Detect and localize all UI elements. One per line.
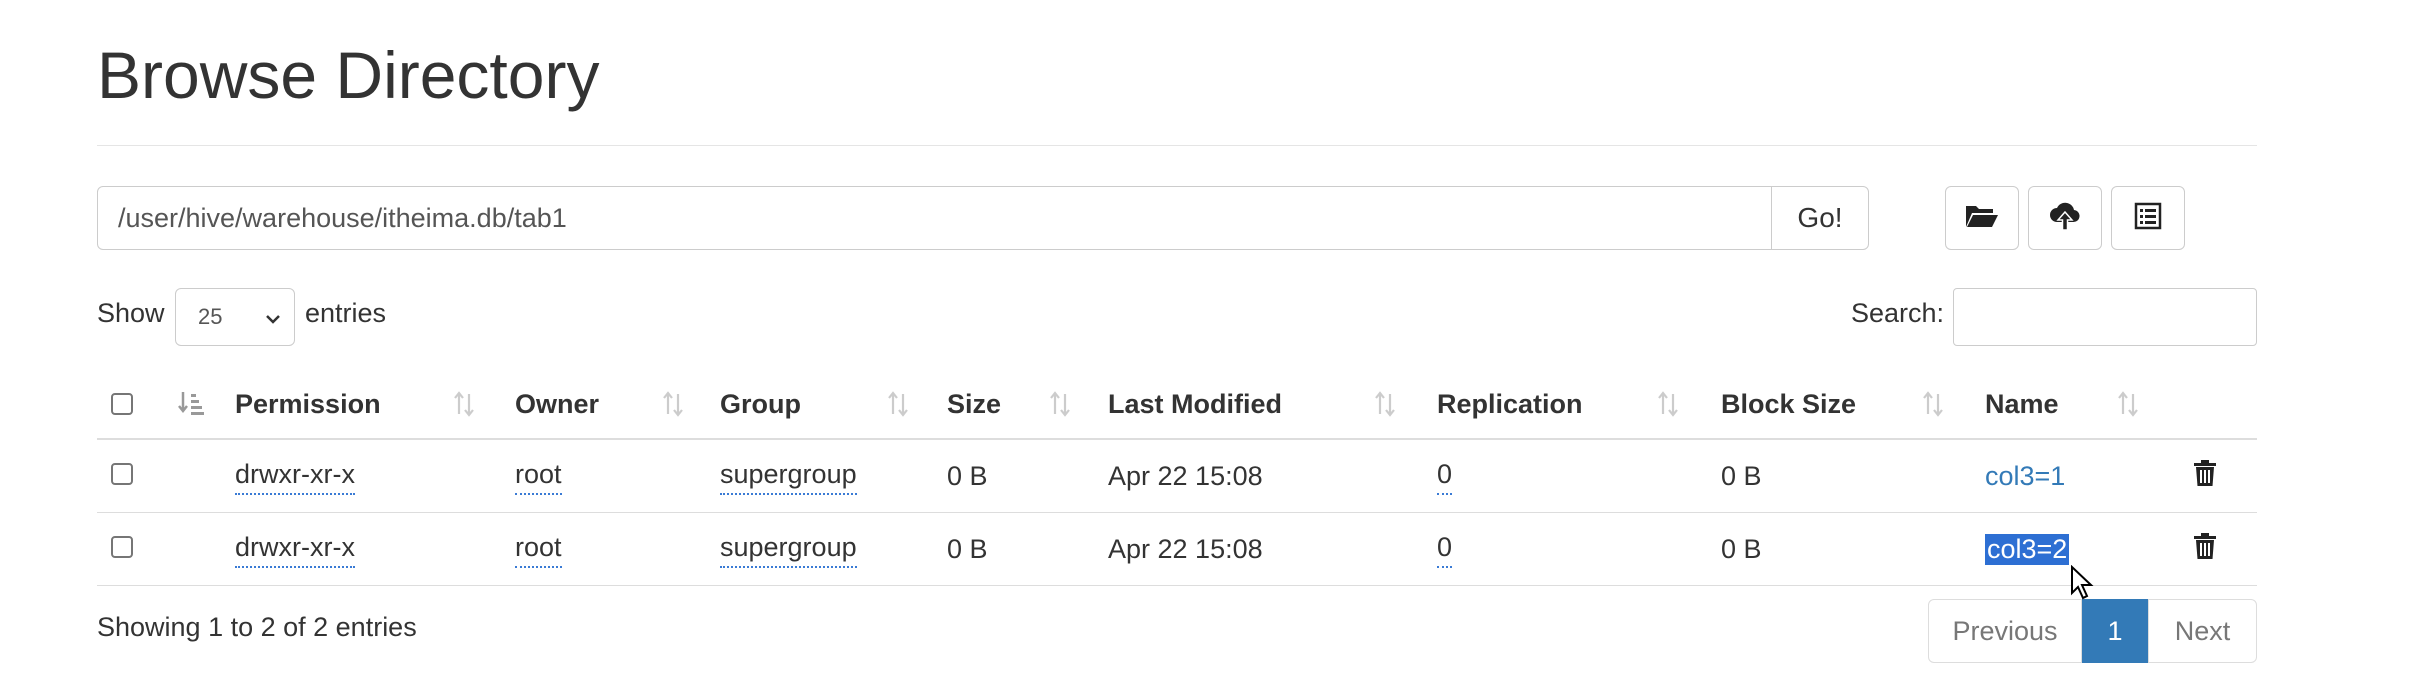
path-bar: Go! bbox=[97, 186, 1869, 250]
column-header-owner[interactable]: Owner bbox=[515, 370, 599, 438]
size-value: 0 B bbox=[947, 460, 988, 491]
previous-page-button[interactable]: Previous bbox=[1928, 599, 2082, 663]
title-divider bbox=[97, 145, 2257, 146]
list-alt-icon bbox=[2134, 202, 2162, 235]
mouse-cursor-icon bbox=[2070, 564, 2096, 606]
sort-icon[interactable] bbox=[453, 390, 475, 423]
group-value[interactable]: supergroup bbox=[720, 458, 857, 495]
trash-icon bbox=[2193, 532, 2217, 567]
show-label: Show bbox=[97, 298, 165, 328]
sort-icon[interactable] bbox=[662, 390, 684, 423]
search-label: Search: bbox=[1850, 298, 1944, 328]
sort-icon[interactable] bbox=[1922, 390, 1944, 423]
column-header-name[interactable]: Name bbox=[1985, 370, 2059, 438]
block-size-value: 0 B bbox=[1721, 533, 1762, 564]
browse-directory-page: Browse Directory Go! Show 25 entries Sea… bbox=[97, 0, 2257, 692]
select-all-checkbox[interactable] bbox=[111, 393, 133, 415]
sort-icon[interactable] bbox=[2117, 390, 2139, 423]
permission-value[interactable]: drwxr-xr-x bbox=[235, 531, 355, 568]
entries-per-page-select[interactable]: 25 bbox=[175, 288, 295, 346]
column-header-last-modified[interactable]: Last Modified bbox=[1108, 370, 1282, 438]
table-row: drwxr-xr-x root supergroup 0 B Apr 22 15… bbox=[97, 440, 2257, 513]
entries-selected-value: 25 bbox=[198, 304, 223, 329]
column-header-block-size[interactable]: Block Size bbox=[1721, 370, 1856, 438]
column-header-size[interactable]: Size bbox=[947, 370, 1001, 438]
owner-value[interactable]: root bbox=[515, 531, 562, 568]
go-button[interactable]: Go! bbox=[1771, 186, 1869, 250]
sort-amount-asc-icon[interactable] bbox=[177, 390, 205, 423]
block-size-value: 0 B bbox=[1721, 460, 1762, 491]
delete-button[interactable] bbox=[2193, 440, 2217, 512]
replication-value[interactable]: 0 bbox=[1437, 458, 1453, 495]
cloud-upload-icon bbox=[2048, 201, 2082, 236]
create-directory-button[interactable] bbox=[1945, 186, 2019, 250]
group-value[interactable]: supergroup bbox=[720, 531, 857, 568]
file-name-link[interactable]: col3=1 bbox=[1985, 461, 2065, 492]
sort-icon[interactable] bbox=[887, 390, 909, 423]
last-modified-value: Apr 22 15:08 bbox=[1108, 533, 1263, 564]
cut-paste-button[interactable] bbox=[2111, 186, 2185, 250]
file-name-link[interactable]: col3=2 bbox=[1985, 533, 2070, 565]
table-row: drwxr-xr-x root supergroup 0 B Apr 22 15… bbox=[97, 513, 2257, 586]
chevron-down-icon bbox=[264, 308, 282, 334]
last-modified-value: Apr 22 15:08 bbox=[1108, 460, 1263, 491]
page-1-button[interactable]: 1 bbox=[2082, 599, 2148, 663]
column-header-replication[interactable]: Replication bbox=[1437, 370, 1583, 438]
owner-value[interactable]: root bbox=[515, 458, 562, 495]
table-info: Showing 1 to 2 of 2 entries bbox=[97, 612, 417, 642]
row-checkbox[interactable] bbox=[111, 536, 133, 558]
row-checkbox[interactable] bbox=[111, 463, 133, 485]
permission-value[interactable]: drwxr-xr-x bbox=[235, 458, 355, 495]
search-input[interactable] bbox=[1953, 288, 2257, 346]
table-header-row: Permission Owner Group Size Last Modifie… bbox=[97, 370, 2257, 440]
delete-button[interactable] bbox=[2193, 513, 2217, 585]
directory-path-input[interactable] bbox=[97, 186, 1772, 250]
sort-icon[interactable] bbox=[1657, 390, 1679, 423]
sort-icon[interactable] bbox=[1374, 390, 1396, 423]
size-value: 0 B bbox=[947, 533, 988, 564]
next-page-button[interactable]: Next bbox=[2148, 599, 2257, 663]
pagination: Previous 1 Next bbox=[1928, 599, 2257, 663]
folder-open-icon bbox=[1965, 203, 1999, 234]
trash-icon bbox=[2193, 459, 2217, 494]
column-header-group[interactable]: Group bbox=[720, 370, 801, 438]
sort-icon[interactable] bbox=[1049, 390, 1071, 423]
replication-value[interactable]: 0 bbox=[1437, 531, 1453, 568]
page-title: Browse Directory bbox=[97, 38, 600, 112]
upload-files-button[interactable] bbox=[2028, 186, 2102, 250]
column-header-permission[interactable]: Permission bbox=[235, 370, 381, 438]
entries-label: entries bbox=[305, 298, 387, 328]
